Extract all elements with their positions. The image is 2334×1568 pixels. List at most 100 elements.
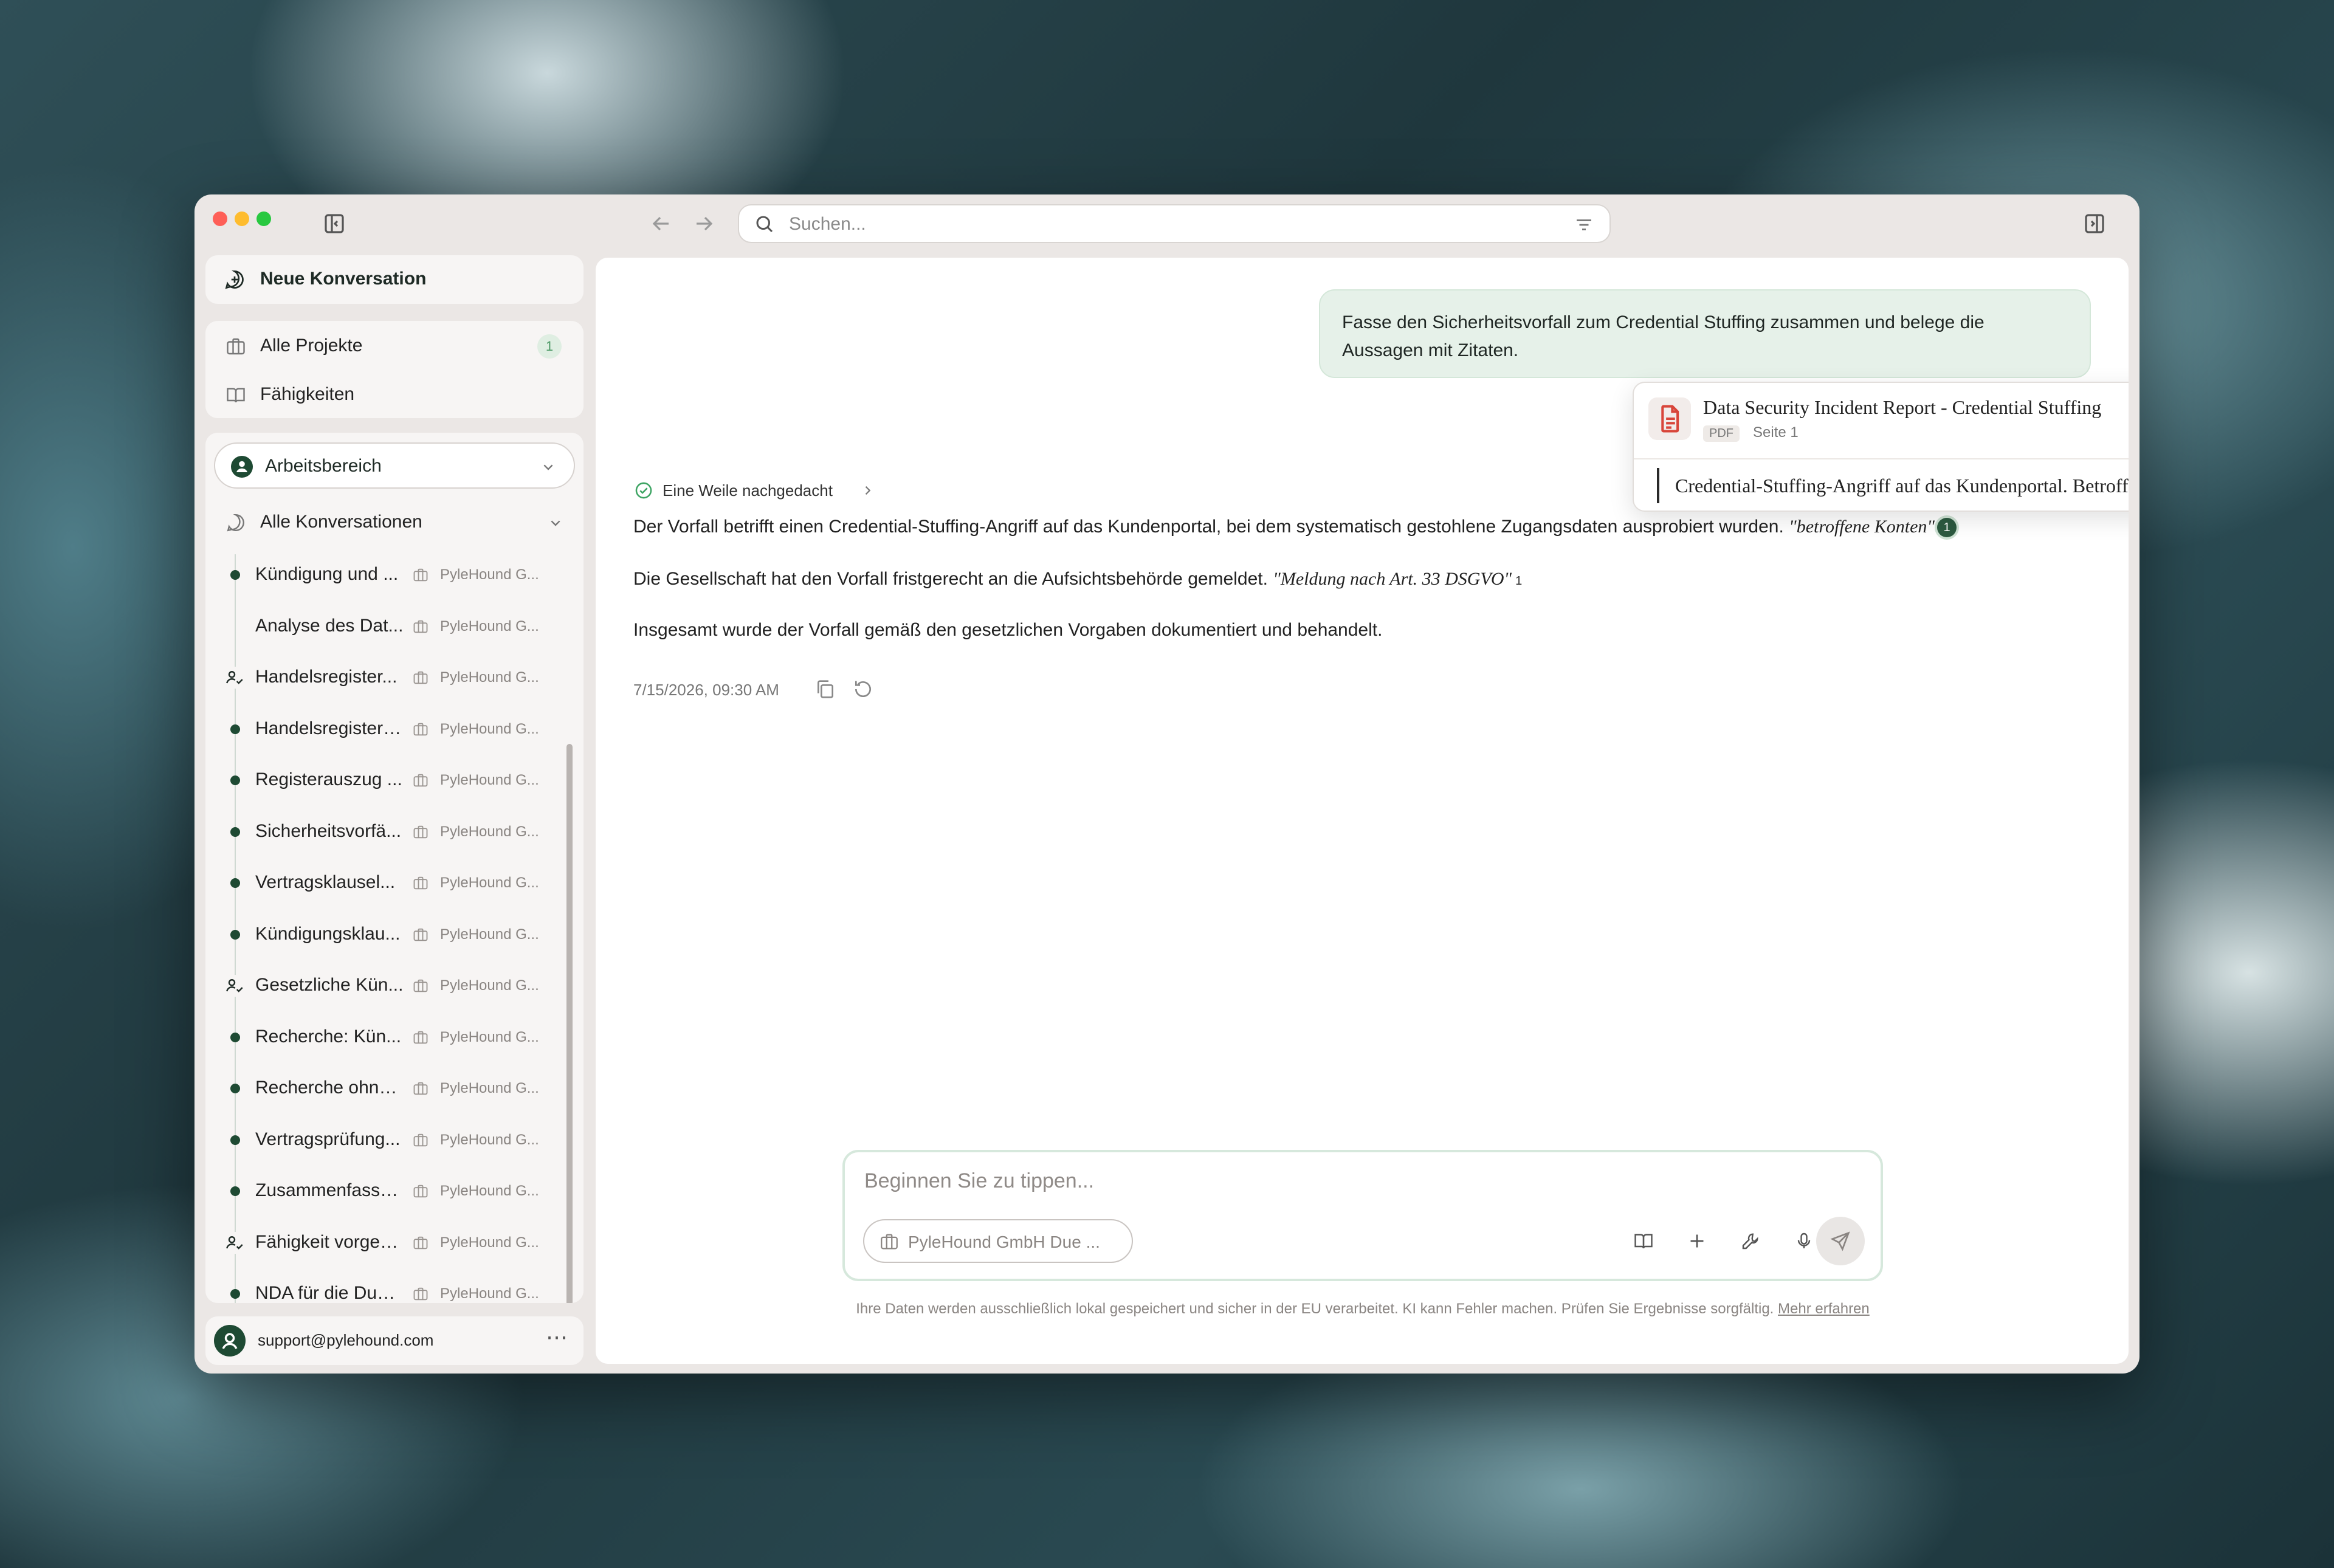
copy-icon[interactable] bbox=[813, 677, 838, 701]
conversation-scrollbar[interactable] bbox=[566, 744, 573, 1303]
conversation-item[interactable]: Fähigkeit vorges... PyleHound G... bbox=[205, 1222, 570, 1273]
conversation-panel: Arbeitsbereich Alle Konversationen Kündi… bbox=[205, 433, 584, 1303]
search-input[interactable] bbox=[788, 205, 1520, 243]
toggle-sidebar-icon[interactable] bbox=[320, 209, 349, 238]
conversation-item[interactable]: Vertragsprüfung... PyleHound G... bbox=[205, 1119, 570, 1171]
toggle-right-panel-icon[interactable] bbox=[2080, 209, 2109, 238]
conversation-item[interactable]: Recherche: Kün... PyleHound G... bbox=[205, 1016, 570, 1068]
conversation-item[interactable]: NDA für die Due ... PyleHound G... bbox=[205, 1273, 570, 1303]
conversation-project: PyleHound G... bbox=[440, 875, 539, 891]
conversation-item[interactable]: Registerauszug ... PyleHound G... bbox=[205, 760, 570, 811]
new-conversation-button[interactable]: Neue Konversation bbox=[205, 255, 584, 304]
back-arrow-icon[interactable] bbox=[647, 211, 676, 241]
conversation-item[interactable]: Handelsregister-... PyleHound G... bbox=[205, 708, 570, 760]
timeline-line bbox=[235, 913, 236, 965]
conversation-title: Kündigungsklau... bbox=[255, 923, 401, 944]
message-input[interactable] bbox=[863, 1168, 1777, 1205]
briefcase-icon bbox=[412, 1029, 429, 1046]
conversation-item[interactable]: Kündigung und ... PyleHound G... bbox=[205, 554, 570, 606]
timeline-line bbox=[235, 811, 236, 862]
add-attachment-icon[interactable] bbox=[1680, 1224, 1714, 1258]
learn-more-link[interactable]: Mehr erfahren bbox=[1778, 1301, 1870, 1317]
conversation-title: Zusammenfassu... bbox=[255, 1180, 404, 1200]
conversation-project: PyleHound G... bbox=[440, 1080, 539, 1096]
send-icon bbox=[1830, 1231, 1850, 1251]
conversation-item[interactable]: Kündigungsklau... PyleHound G... bbox=[205, 913, 570, 965]
timeline-line bbox=[235, 1016, 236, 1068]
filter-icon[interactable] bbox=[1573, 214, 1595, 236]
search-icon bbox=[756, 216, 773, 233]
briefcase-icon bbox=[412, 772, 429, 789]
briefcase-icon bbox=[412, 1285, 429, 1302]
citation-number[interactable]: 1 bbox=[1515, 574, 1522, 588]
timeline-line bbox=[235, 1171, 236, 1222]
citation-badge[interactable]: 1 bbox=[1937, 518, 1957, 538]
conversation-title: Registerauszug ... bbox=[255, 769, 402, 789]
workspace-select[interactable]: Arbeitsbereich bbox=[214, 442, 575, 489]
popover-divider bbox=[1634, 458, 2129, 459]
message-timestamp: 7/15/2026, 09:30 AM bbox=[633, 681, 779, 699]
new-conversation-label: Neue Konversation bbox=[260, 269, 427, 289]
minimize-window-button[interactable] bbox=[235, 211, 249, 226]
conversation-title: Handelsregister-... bbox=[255, 718, 404, 738]
conversation-project: PyleHound G... bbox=[440, 772, 539, 788]
briefcase-icon bbox=[412, 1183, 429, 1200]
timeline-dot bbox=[230, 1186, 240, 1196]
conversation-item[interactable]: Sicherheitsvorfä... PyleHound G... bbox=[205, 811, 570, 862]
workspace-label: Arbeitsbereich bbox=[265, 456, 382, 476]
projects-count-badge: 1 bbox=[537, 334, 562, 359]
thought-label: Eine Weile nachgedacht bbox=[663, 481, 833, 500]
send-button[interactable] bbox=[1816, 1217, 1865, 1265]
conversation-project: PyleHound G... bbox=[440, 1131, 539, 1148]
search-bar[interactable] bbox=[738, 204, 1611, 243]
chevron-down-icon bbox=[551, 520, 560, 526]
disclaimer-text: Ihre Daten werden ausschließlich lokal g… bbox=[856, 1301, 1774, 1317]
briefcase-icon bbox=[412, 566, 429, 583]
conversation-item[interactable]: Analyse des Dat... PyleHound G... bbox=[205, 605, 570, 657]
timeline-line bbox=[235, 1068, 236, 1119]
zoom-window-button[interactable] bbox=[256, 211, 271, 226]
timeline-dot bbox=[230, 827, 240, 837]
user-check-icon bbox=[224, 975, 246, 997]
conversation-project: PyleHound G... bbox=[440, 669, 539, 686]
conversation-title: Fähigkeit vorges... bbox=[255, 1231, 404, 1252]
source-page: Seite 1 bbox=[1753, 424, 1799, 441]
chevron-down-icon bbox=[543, 464, 553, 470]
more-options-icon[interactable]: ⋯ bbox=[541, 1324, 573, 1355]
all-conversations-label: Alle Konversationen bbox=[260, 512, 422, 532]
response-paragraph: Die Gesellschaft hat den Vorfall fristge… bbox=[633, 569, 1522, 590]
message-composer: PyleHound GmbH Due ... bbox=[842, 1150, 1883, 1281]
source-document-title[interactable]: Data Security Incident Report - Credenti… bbox=[1703, 396, 2101, 419]
check-circle-icon bbox=[635, 482, 652, 499]
project-selector[interactable]: PyleHound GmbH Due ... bbox=[863, 1219, 1133, 1263]
user-check-icon bbox=[224, 667, 246, 689]
regenerate-icon[interactable] bbox=[851, 677, 875, 701]
tools-wrench-icon[interactable] bbox=[1733, 1224, 1768, 1258]
conversation-item[interactable]: Vertragsklausel... PyleHound G... bbox=[205, 862, 570, 914]
timeline-dot bbox=[230, 1289, 240, 1299]
user-check-icon bbox=[224, 1231, 246, 1254]
conversation-item[interactable]: Handelsregister... PyleHound G... bbox=[205, 657, 570, 709]
paragraph-text: Die Gesellschaft hat den Vorfall fristge… bbox=[633, 569, 1273, 589]
conversation-item[interactable]: Gesetzliche Kün... PyleHound G... bbox=[205, 965, 570, 1017]
conversation-project: PyleHound G... bbox=[440, 1183, 539, 1199]
user-account[interactable]: support@pylehound.com ⋯ bbox=[205, 1316, 584, 1365]
timeline-line bbox=[235, 708, 236, 760]
privacy-disclaimer: Ihre Daten werden ausschließlich lokal g… bbox=[842, 1298, 1883, 1320]
workspace-avatar bbox=[231, 456, 253, 478]
conversation-title: NDA für die Due ... bbox=[255, 1283, 404, 1303]
conversation-item[interactable]: Zusammenfassu... PyleHound G... bbox=[205, 1171, 570, 1222]
user-email: support@pylehound.com bbox=[258, 1331, 434, 1349]
close-window-button[interactable] bbox=[213, 211, 227, 226]
inline-quote: "betroffene Konten" bbox=[1789, 517, 1935, 537]
forward-arrow-icon[interactable] bbox=[689, 211, 718, 241]
briefcase-icon bbox=[412, 824, 429, 841]
conversation-item[interactable]: Recherche ohne... PyleHound G... bbox=[205, 1068, 570, 1119]
book-icon bbox=[227, 388, 245, 403]
skills-book-icon[interactable] bbox=[1627, 1224, 1661, 1258]
sidebar-item-skills[interactable]: Fähigkeiten bbox=[205, 373, 584, 417]
briefcase-icon bbox=[412, 721, 429, 738]
timeline-line bbox=[235, 760, 236, 811]
sidebar-item-projects[interactable]: Alle Projekte 1 bbox=[205, 325, 584, 368]
all-conversations-toggle[interactable]: Alle Konversationen bbox=[205, 504, 584, 541]
